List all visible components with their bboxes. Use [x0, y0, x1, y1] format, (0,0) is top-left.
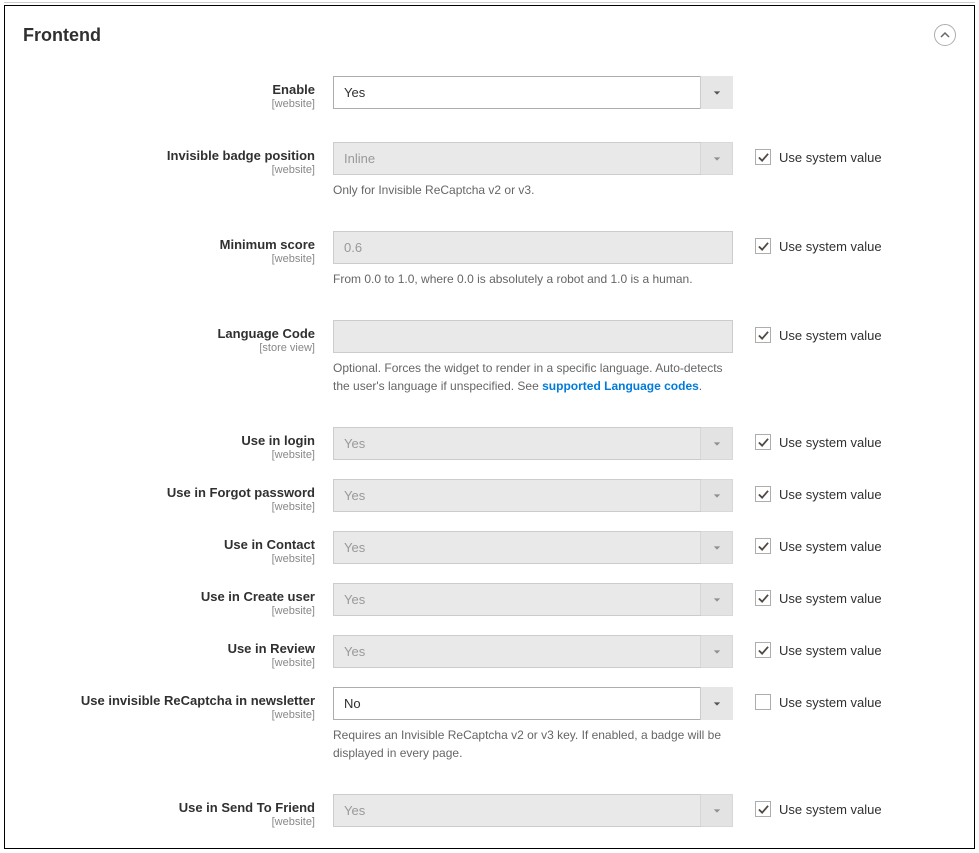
field-row-create: Use in Create user [website] Yes Use sys… [5, 577, 974, 623]
supported-languages-link[interactable]: supported Language codes [542, 379, 699, 393]
field-scope: [website] [23, 709, 315, 721]
language-use-system-checkbox[interactable] [755, 327, 771, 343]
send_friend-use-system-checkbox[interactable] [755, 801, 771, 817]
send_friend-select: Yes [333, 794, 733, 827]
field-scope: [website] [23, 657, 315, 669]
badge_position-use-system-checkbox[interactable] [755, 149, 771, 165]
field-scope: [website] [23, 253, 315, 265]
badge_position-select: Inline [333, 142, 733, 175]
min_score-use-system-checkbox[interactable] [755, 238, 771, 254]
field-row-login: Use in login [website] Yes Use system va… [5, 421, 974, 467]
forgot-use-system-checkbox[interactable] [755, 486, 771, 502]
field-label: Invisible badge position [23, 148, 315, 163]
review-select: Yes [333, 635, 733, 668]
use-system-label[interactable]: Use system value [779, 695, 882, 710]
newsletter-select[interactable]: No [333, 687, 733, 720]
use-system-label[interactable]: Use system value [779, 150, 882, 165]
field-row-badge_position: Invisible badge position [website] Inlin… [5, 136, 974, 205]
collapse-toggle[interactable] [934, 24, 956, 46]
field-label: Language Code [23, 326, 315, 341]
field-row-newsletter: Use invisible ReCaptcha in newsletter [w… [5, 681, 974, 768]
field-row-forgot: Use in Forgot password [website] Yes Use… [5, 473, 974, 519]
check-icon [758, 489, 769, 500]
forgot-select: Yes [333, 479, 733, 512]
field-scope: [website] [23, 553, 315, 565]
check-icon [758, 541, 769, 552]
field-note: Only for Invisible ReCaptcha v2 or v3. [333, 181, 733, 199]
check-icon [758, 330, 769, 341]
check-icon [758, 152, 769, 163]
min_score-input [333, 231, 733, 264]
field-scope: [store view] [23, 342, 315, 354]
use-system-label[interactable]: Use system value [779, 435, 882, 450]
field-row-min_score: Minimum score [website] From 0.0 to 1.0, … [5, 225, 974, 294]
field-scope: [website] [23, 449, 315, 461]
field-scope: [website] [23, 816, 315, 828]
field-row-enable: Enable [website] Yes [5, 70, 974, 116]
review-use-system-checkbox[interactable] [755, 642, 771, 658]
field-scope: [website] [23, 164, 315, 176]
field-label: Use in Contact [23, 537, 315, 552]
field-label: Use in Send To Friend [23, 800, 315, 815]
field-label: Use in Review [23, 641, 315, 656]
use-system-label[interactable]: Use system value [779, 328, 882, 343]
field-row-send_friend: Use in Send To Friend [website] Yes Use … [5, 788, 974, 834]
field-row-language: Language Code [store view] Optional. Forc… [5, 314, 974, 401]
use-system-label[interactable]: Use system value [779, 591, 882, 606]
field-scope: [website] [23, 605, 315, 617]
field-note: Optional. Forces the widget to render in… [333, 359, 733, 395]
check-icon [758, 593, 769, 604]
field-row-contact: Use in Contact [website] Yes Use system … [5, 525, 974, 571]
use-system-label[interactable]: Use system value [779, 487, 882, 502]
newsletter-use-system-checkbox[interactable] [755, 694, 771, 710]
chevron-up-icon [940, 30, 950, 40]
field-scope: [website] [23, 98, 315, 110]
login-select: Yes [333, 427, 733, 460]
check-icon [758, 645, 769, 656]
field-label: Use in Forgot password [23, 485, 315, 500]
login-use-system-checkbox[interactable] [755, 434, 771, 450]
check-icon [758, 437, 769, 448]
field-note: Requires an Invisible ReCaptcha v2 or v3… [333, 726, 733, 762]
section-title: Frontend [23, 25, 101, 46]
language-input [333, 320, 733, 353]
create-select: Yes [333, 583, 733, 616]
frontend-section: Frontend Enable [website] Yes Invisible … [4, 5, 975, 849]
contact-select: Yes [333, 531, 733, 564]
check-icon [758, 241, 769, 252]
use-system-label[interactable]: Use system value [779, 239, 882, 254]
use-system-label[interactable]: Use system value [779, 643, 882, 658]
field-label: Enable [23, 82, 315, 97]
field-label: Use in Create user [23, 589, 315, 604]
check-icon [758, 804, 769, 815]
field-label: Use invisible ReCaptcha in newsletter [23, 693, 315, 708]
field-note: From 0.0 to 1.0, where 0.0 is absolutely… [333, 270, 733, 288]
field-label: Use in login [23, 433, 315, 448]
use-system-label[interactable]: Use system value [779, 802, 882, 817]
use-system-label[interactable]: Use system value [779, 539, 882, 554]
enable-select[interactable]: Yes [333, 76, 733, 109]
contact-use-system-checkbox[interactable] [755, 538, 771, 554]
field-label: Minimum score [23, 237, 315, 252]
field-scope: [website] [23, 501, 315, 513]
field-row-review: Use in Review [website] Yes Use system v… [5, 629, 974, 675]
create-use-system-checkbox[interactable] [755, 590, 771, 606]
